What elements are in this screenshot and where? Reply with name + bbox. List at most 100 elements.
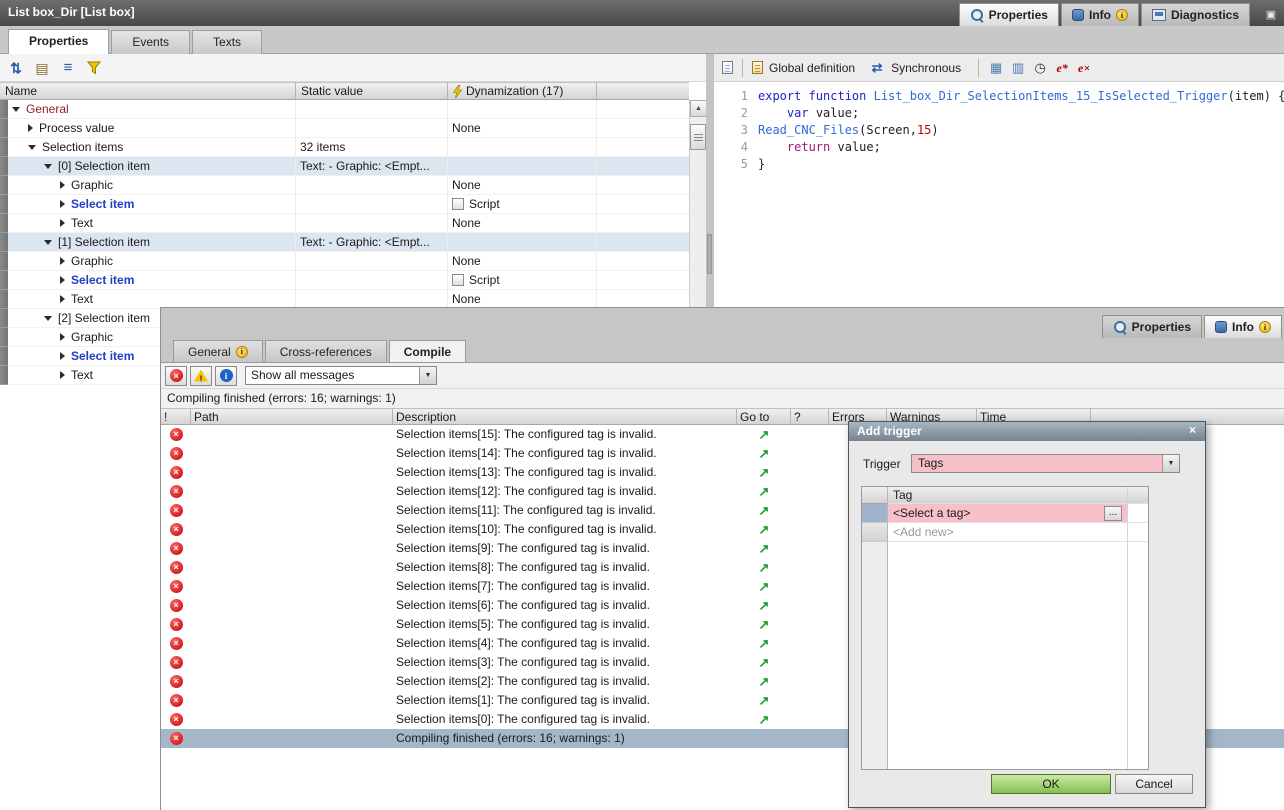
filter-icon[interactable] (86, 59, 102, 77)
tab-texts[interactable]: Texts (192, 30, 262, 54)
goto-arrow-icon[interactable]: ↗ (759, 425, 770, 444)
row-selector[interactable] (862, 504, 888, 523)
goto-arrow-icon[interactable]: ↗ (759, 691, 770, 710)
tab-info-top[interactable]: Info (1061, 3, 1139, 26)
column-header-dynamization[interactable]: Dynamization (17) (448, 83, 597, 99)
collapse-arrow-icon[interactable] (28, 145, 36, 150)
column-header-name[interactable]: Name (0, 83, 296, 99)
goto-arrow-icon[interactable]: ↗ (759, 539, 770, 558)
add-new-cell[interactable]: <Add new> (888, 523, 1128, 542)
tab-events[interactable]: Events (111, 30, 190, 54)
sort-icon[interactable]: ⇅ (8, 59, 24, 77)
expand-arrow-icon[interactable] (60, 257, 65, 265)
goto-arrow-icon[interactable]: ↗ (759, 653, 770, 672)
filter-warnings-button[interactable] (190, 366, 212, 386)
collapse-arrow-icon[interactable] (44, 164, 52, 169)
goto-arrow-icon[interactable]: ↗ (759, 634, 770, 653)
scrollbar-thumb[interactable] (690, 124, 706, 150)
define-tag-icon[interactable]: e* (1054, 59, 1070, 77)
tag-row-add-new[interactable]: <Add new> (862, 523, 1148, 542)
code-line[interactable]: 1export function List_box_Dir_SelectionI… (714, 88, 1284, 105)
dropdown-arrow-icon[interactable]: ▼ (419, 367, 436, 384)
synchronous-label[interactable]: Synchronous (891, 61, 961, 75)
property-row[interactable]: Process valueNone (0, 119, 689, 138)
tab-cross-references[interactable]: Cross-references (265, 340, 387, 362)
global-definition-icon[interactable] (752, 61, 763, 74)
goto-arrow-icon[interactable]: ↗ (759, 710, 770, 729)
property-row[interactable]: Select itemScript (0, 271, 689, 290)
browse-button[interactable]: ... (1104, 506, 1122, 521)
expand-arrow-icon[interactable] (60, 352, 65, 360)
expand-arrow-icon[interactable] (60, 200, 65, 208)
synchronous-icon[interactable]: ⇄ (869, 59, 885, 77)
expand-arrow-icon[interactable] (60, 276, 65, 284)
global-definition-label[interactable]: Global definition (769, 61, 855, 75)
goto-arrow-icon[interactable]: ↗ (759, 672, 770, 691)
expand-arrow-icon[interactable] (60, 333, 65, 341)
goto-arrow-icon[interactable]: ↗ (759, 444, 770, 463)
filter-info-button[interactable] (215, 366, 237, 386)
goto-arrow-icon[interactable]: ↗ (759, 463, 770, 482)
script-checkbox[interactable] (452, 198, 464, 210)
tab-properties-bottom[interactable]: Properties (1102, 315, 1202, 338)
expand-arrow-icon[interactable] (60, 219, 65, 227)
book-icon[interactable]: ▤ (34, 59, 50, 77)
goto-arrow-icon[interactable]: ↗ (759, 520, 770, 539)
code-line[interactable]: 3Read_CNC_Files(Screen,15) (714, 122, 1284, 139)
property-row[interactable]: GraphicNone (0, 252, 689, 271)
filter-errors-button[interactable]: × (165, 366, 187, 386)
expand-arrow-icon[interactable] (28, 124, 33, 132)
goto-arrow-icon[interactable]: ↗ (759, 596, 770, 615)
column-header-path[interactable]: Path (191, 409, 393, 424)
message-filter-dropdown[interactable]: Show all messages ▼ (245, 366, 437, 385)
goto-arrow-icon[interactable]: ↗ (759, 501, 770, 520)
goto-arrow-icon[interactable]: ↗ (759, 558, 770, 577)
property-row[interactable]: [0] Selection itemText: - Graphic: <Empt… (0, 157, 689, 176)
tab-compile[interactable]: Compile (389, 340, 466, 362)
list-icon[interactable]: ≡ (60, 59, 76, 77)
tab-properties[interactable]: Properties (8, 29, 109, 54)
column-header-description[interactable]: Description (393, 409, 737, 424)
column-header-static-value[interactable]: Static value (296, 83, 448, 99)
property-row[interactable]: GraphicNone (0, 176, 689, 195)
timer-icon[interactable]: ◷ (1032, 59, 1048, 77)
property-row[interactable]: General (0, 100, 689, 119)
goto-arrow-icon[interactable]: ↗ (759, 615, 770, 634)
collapse-arrow-icon[interactable] (44, 240, 52, 245)
expand-arrow-icon[interactable] (60, 181, 65, 189)
ok-button[interactable]: OK (991, 774, 1111, 794)
code-line[interactable]: 4 return value; (714, 139, 1284, 156)
dropdown-arrow-icon[interactable]: ▼ (1162, 455, 1179, 472)
scroll-up-button[interactable]: ▲ (690, 100, 707, 117)
property-row[interactable]: Select itemScript (0, 195, 689, 214)
collapse-arrow-icon[interactable] (12, 107, 20, 112)
expand-arrow-icon[interactable] (60, 371, 65, 379)
expand-arrow-icon[interactable] (60, 295, 65, 303)
close-icon[interactable]: × (1185, 424, 1200, 438)
collapse-arrow-icon[interactable] (44, 316, 52, 321)
row-selector[interactable] (862, 523, 888, 542)
code-line[interactable]: 5} (714, 156, 1284, 173)
tab-general[interactable]: General (173, 340, 263, 362)
delete-tag-icon[interactable]: e× (1076, 59, 1092, 77)
columns-icon[interactable]: ▥ (1010, 59, 1026, 77)
property-row[interactable]: Selection items32 items (0, 138, 689, 157)
property-row[interactable]: TextNone (0, 214, 689, 233)
tag-column-header[interactable]: Tag (888, 487, 1128, 504)
script-page-icon[interactable] (722, 61, 733, 74)
column-header-severity[interactable]: ! (161, 409, 191, 424)
goto-arrow-icon[interactable]: ↗ (759, 482, 770, 501)
splitter-handle[interactable] (707, 234, 712, 274)
collapse-panel-icon[interactable]: ▣ (1260, 3, 1282, 26)
tab-diagnostics-top[interactable]: Diagnostics (1141, 3, 1250, 26)
table-icon[interactable]: ▦ (988, 59, 1004, 77)
tab-properties-top[interactable]: Properties (959, 3, 1059, 26)
trigger-dropdown[interactable]: Tags ▼ (911, 454, 1180, 473)
column-header-question[interactable]: ? (791, 409, 829, 424)
script-checkbox[interactable] (452, 274, 464, 286)
tab-info-bottom[interactable]: Info (1204, 315, 1282, 338)
select-tag-cell[interactable]: <Select a tag> ... (888, 504, 1128, 523)
cancel-button[interactable]: Cancel (1115, 774, 1193, 794)
property-row[interactable]: [1] Selection itemText: - Graphic: <Empt… (0, 233, 689, 252)
dialog-title-bar[interactable]: Add trigger × (849, 422, 1205, 441)
